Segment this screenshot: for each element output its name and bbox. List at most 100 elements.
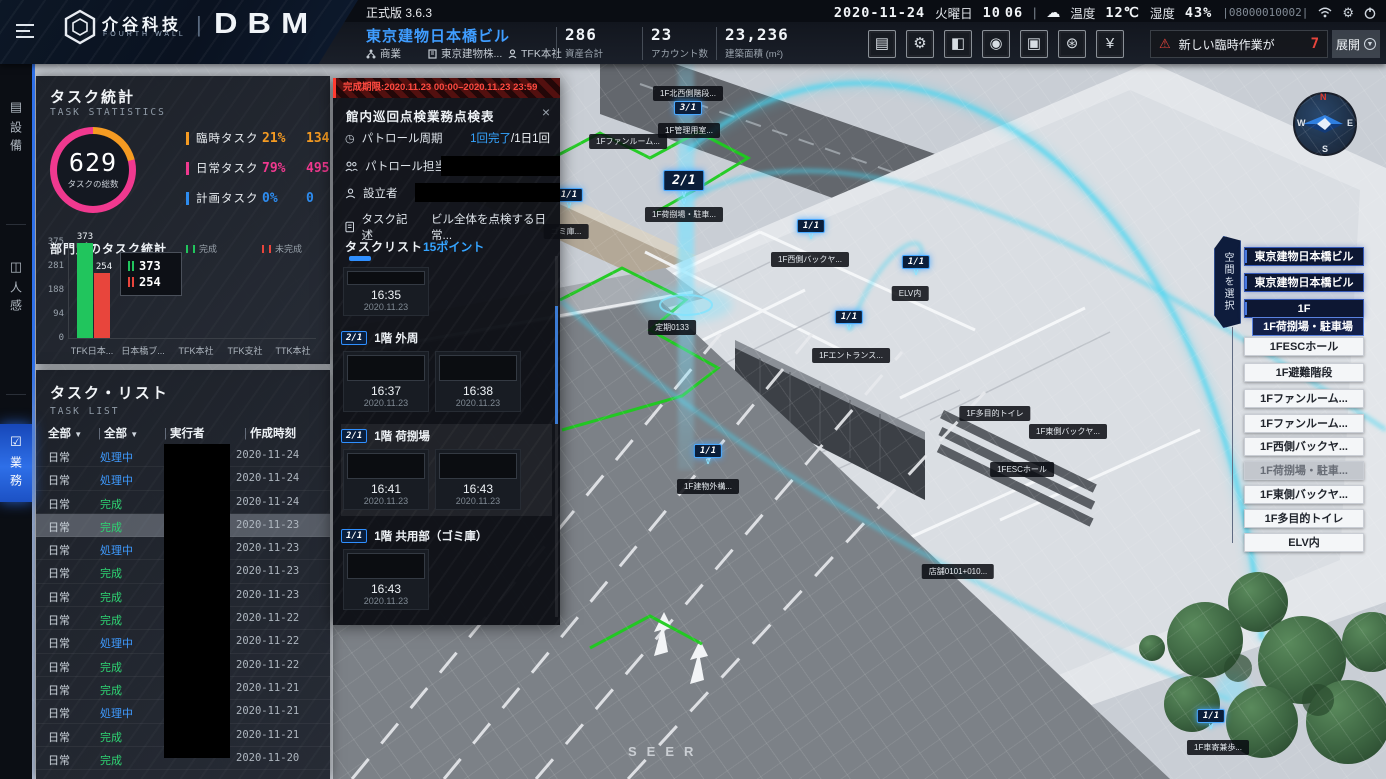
legend-temporary-tasks: 臨時タスク 21% 134 [186, 130, 329, 146]
alert-text: 新しい臨時作業が [1179, 36, 1303, 53]
task-list-tool-button[interactable]: ▤ [868, 30, 896, 58]
panel-subtitle: TASK LIST [50, 406, 119, 417]
compass-north: N [1320, 92, 1327, 102]
x-category: TFK支社 [228, 344, 263, 357]
room-item[interactable]: 1FESCホール [1244, 337, 1364, 356]
room-item[interactable]: 1F多目的トイレ [1244, 509, 1364, 528]
patrol-point: 1/1 1階 共用部（ゴミ庫） 16:43 2020.11.23 [341, 528, 552, 610]
sidebar-item-label: 設備 [8, 121, 25, 157]
chevron-down-icon: ▼ [1364, 38, 1376, 50]
space-level-building[interactable]: 東京建物日本橋ビル [1244, 247, 1364, 266]
marker-label: 1F東側バックヤ... [1029, 424, 1107, 439]
map-marker[interactable]: 定期0133 [648, 318, 696, 335]
room-item[interactable]: 1Fファンルーム... [1244, 414, 1364, 433]
space-current-area[interactable]: 1F荷捌場・駐車場 [1252, 317, 1364, 336]
patrol-snapshot-card[interactable]: 16:37 2020.11.23 [343, 351, 429, 412]
point-badge: 2/1 [341, 429, 367, 443]
alert-count: 7 [1311, 36, 1319, 52]
map-marker[interactable]: 2/1 ∨ ∨ [663, 170, 704, 205]
sidebar-item-work[interactable]: ☑ 業務 [0, 424, 32, 502]
menu-icon[interactable] [16, 24, 34, 38]
map-marker[interactable]: ELV内 [892, 284, 929, 301]
panel-title: タスク統計 [50, 86, 135, 107]
patrol-checklist-popup: 完成期限:2020.11.23 00:00–2020.11.23 23:59 館… [333, 78, 560, 625]
scrollbar-thumb[interactable] [555, 306, 558, 424]
room-item-selected[interactable]: 1F荷捌場・駐車... [1244, 461, 1364, 480]
selector-tree-line [1232, 327, 1233, 543]
presence-sensor-icon: ◫ [10, 259, 22, 275]
map-marker[interactable]: 1F西側バックヤ... [771, 250, 849, 267]
map-marker[interactable]: 店舗0101+010... [922, 562, 994, 579]
chevron-down-icon: ∨ [913, 269, 920, 276]
marker-badge: 3/1 [674, 101, 702, 115]
space-level-building[interactable]: 東京建物日本橋ビル [1244, 273, 1364, 292]
map-marker[interactable]: 1F車寄兼歩... [1187, 738, 1249, 755]
panel-subtitle: TASK STATISTICS [50, 107, 166, 118]
settings-icon: ⚙ [913, 35, 926, 52]
alert-bar[interactable]: ⚠ 新しい臨時作業が 7 [1150, 30, 1328, 58]
gear-icon[interactable]: ⚙ [1342, 5, 1354, 21]
map-marker[interactable]: 1F東側バックヤ... [1029, 422, 1107, 439]
device-hub-tool-button[interactable]: ⊛ [1058, 30, 1086, 58]
settings-tool-button[interactable]: ⚙ [906, 30, 934, 58]
patrol-snapshot-card[interactable]: 16:41 2020.11.23 [343, 449, 429, 510]
patrol-point-list[interactable]: 16:35 2020.11.23 2/1 1階 外周 16:37 2020.11… [341, 256, 552, 619]
ai-camera-tool-button[interactable]: ▣ [1020, 30, 1048, 58]
map-marker[interactable]: 1Fエントランス... [812, 346, 890, 363]
patrol-snapshot-card[interactable]: 16:43 2020.11.23 [435, 449, 521, 510]
marker-label: 1F西側バックヤ... [771, 252, 849, 267]
snapshot-photo [347, 453, 425, 479]
y-axis [68, 242, 69, 338]
map-marker[interactable]: 1/1 ∨ [902, 255, 930, 276]
point-count: 15ポイント [423, 238, 484, 255]
deadline-banner: 完成期限:2020.11.23 00:00–2020.11.23 23:59 [333, 78, 560, 98]
map-marker[interactable]: 1/1 ∨ [835, 310, 863, 331]
bar-value-undone: 254 [96, 262, 112, 272]
map-marker[interactable]: 1F荷捌場・駐車... [645, 205, 723, 222]
map-marker[interactable]: 1/1 ∨ [1197, 709, 1225, 730]
sidebar-item-equipment[interactable]: ▤ 設備 [0, 89, 32, 167]
redaction-overlay [164, 444, 230, 758]
space-level-floor[interactable]: 1F [1244, 299, 1364, 318]
map-marker[interactable]: 1F多目的トイレ [959, 404, 1030, 421]
expand-button[interactable]: 展開 ▼ [1332, 30, 1380, 58]
cctv-tool-button[interactable]: ◉ [982, 30, 1010, 58]
room-item[interactable]: 1F避難階段 [1244, 363, 1364, 382]
room-item[interactable]: 1Fファンルーム... [1244, 389, 1364, 408]
humidity-label: 湿度 [1150, 3, 1175, 22]
map-marker[interactable]: 1FESCホール [990, 460, 1054, 477]
marker-label: 店舗0101+010... [922, 564, 994, 579]
access-control-tool-button[interactable]: ◧ [944, 30, 972, 58]
point-name: 1階 外周 [374, 330, 418, 346]
dbm-dashboard: N E S W 1F避難階段... 3/1 1F北西側階段... 3/1 1F管… [0, 0, 1386, 779]
building-name[interactable]: 東京建物日本橋ビル [366, 25, 510, 46]
room-item[interactable]: 1F東側バックヤ... [1244, 485, 1364, 504]
legend-planned-tasks: 計画タスク 0% 0 [186, 190, 314, 206]
patrol-snapshot-card[interactable]: 16:43 2020.11.23 [343, 549, 429, 610]
marker-label: 1F建物外構... [677, 479, 739, 494]
map-marker[interactable]: 1/1 ∨ [694, 444, 722, 465]
map-marker[interactable]: 1Fファンルーム... [589, 132, 667, 149]
filter-status[interactable]: |全部 ▼ [98, 425, 138, 441]
panel-title: タスク・リスト [50, 382, 169, 403]
sidebar-item-presence[interactable]: ◫ 人感 [0, 249, 32, 327]
map-marker[interactable]: 1/1 ∨ [797, 219, 825, 240]
map-marker[interactable]: 1F建物外構... [677, 477, 739, 494]
asset-database-tool-button[interactable]: ¥ [1096, 30, 1124, 58]
bar-undone [94, 273, 110, 338]
map-marker[interactable]: 1F北西側階段... 3/1 [653, 84, 723, 115]
power-icon[interactable] [1364, 7, 1376, 19]
compass-labels[interactable]: N E S W [1291, 90, 1359, 158]
stat-accounts: 23アカウント数 [642, 27, 708, 60]
room-item[interactable]: ELV内 [1244, 533, 1364, 552]
asset-database-icon: ¥ [1106, 35, 1114, 52]
room-item[interactable]: 1F西側バックヤ... [1244, 437, 1364, 456]
filter-type[interactable]: 全部 ▼ [48, 425, 82, 441]
patrol-snapshot-card[interactable]: 16:38 2020.11.23 [435, 351, 521, 412]
y-tick: 188 [42, 285, 64, 295]
patrol-snapshot-card[interactable]: 16:35 2020.11.23 [343, 267, 429, 316]
map-marker[interactable]: 1F管理用室... [658, 121, 720, 138]
close-icon[interactable]: × [542, 104, 550, 120]
sidebar-divider [6, 394, 26, 395]
point-name: 1階 共用部（ゴミ庫） [374, 528, 487, 544]
